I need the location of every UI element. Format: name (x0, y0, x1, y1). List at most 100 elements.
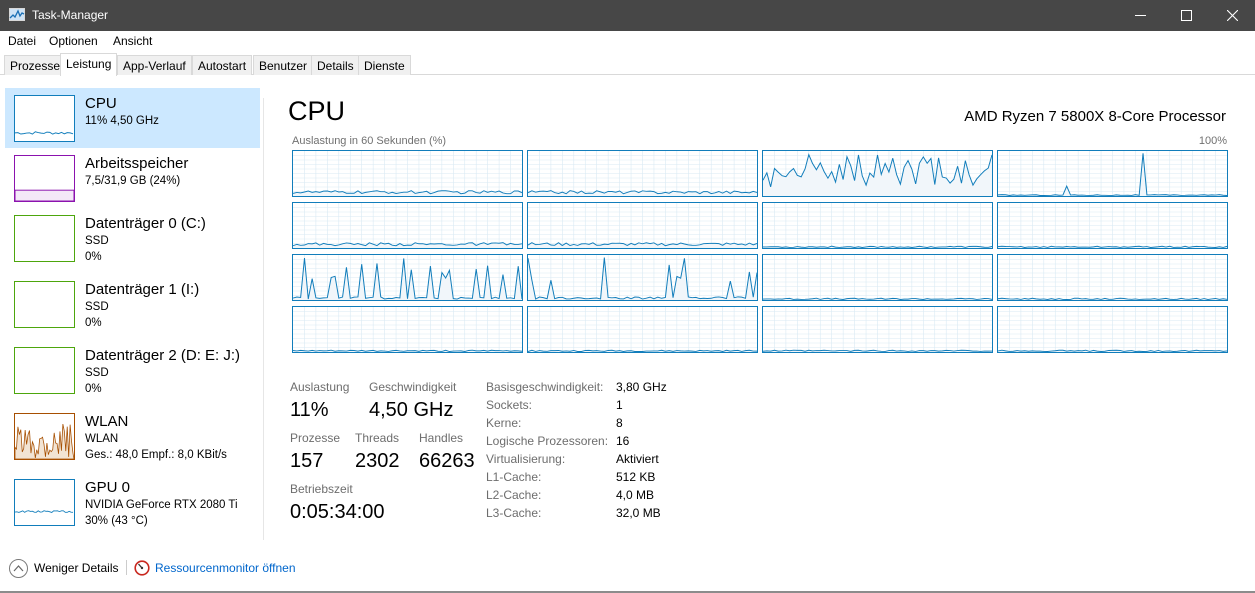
betriebszeit-value: 0:05:34:00 (290, 501, 385, 523)
cpu-core-graph-12 (292, 306, 523, 353)
footer: Weniger Details Ressourcenmonitor öffnen (0, 551, 1255, 587)
tab-dienste[interactable]: Dienste (358, 55, 411, 75)
sidebar-item-name: CPU (85, 95, 117, 112)
sidebar-item-datentraeger-2[interactable]: Datenträger 2 (D: E: J:) SSD 0% (5, 340, 260, 400)
detail-key: Virtualisierung: (486, 452, 566, 466)
menu-bar: Datei Optionen Ansicht (0, 31, 1255, 51)
detail-value: 3,80 GHz (616, 380, 667, 394)
resource-monitor-icon (134, 560, 150, 576)
sidebar-item-detail: WLAN (85, 433, 119, 445)
sidebar-item-detail: 0% (85, 251, 102, 263)
sidebar-item-detail: SSD (85, 301, 109, 313)
ressourcenmonitor-link[interactable]: Ressourcenmonitor öffnen (155, 561, 296, 575)
sidebar-item-datentraeger-0[interactable]: Datenträger 0 (C:) SSD 0% (5, 208, 260, 268)
tab-leistung[interactable]: Leistung (60, 53, 118, 76)
sidebar-item-gpu-0[interactable]: GPU 0 NVIDIA GeForce RTX 2080 Ti 30% (43 °… (5, 472, 260, 532)
tab-bar: Prozesse Leistung App-Verlauf Autostart … (0, 51, 1255, 76)
sidebar-thumbnail (14, 155, 75, 202)
sidebar-item-wlan[interactable]: WLAN WLAN Ges.: 48,0 Empf.: 8,0 KBit/s (5, 406, 260, 466)
sidebar-item-detail: NVIDIA GeForce RTX 2080 Ti (85, 499, 238, 511)
cpu-core-graph-9 (527, 254, 758, 301)
prozesse-label: Prozesse (290, 431, 341, 445)
geschwindigkeit-label: Geschwindigkeit (369, 380, 457, 394)
auslastung-label: Auslastung (290, 380, 350, 394)
sidebar-item-detail: Ges.: 48,0 Empf.: 8,0 KBit/s (85, 449, 227, 461)
sidebar-item-detail: SSD (85, 235, 109, 247)
detail-key: Kerne: (486, 416, 522, 430)
sidebar-item-name: WLAN (85, 413, 129, 430)
maximize-button[interactable] (1163, 0, 1209, 31)
cpu-core-graph-8 (292, 254, 523, 301)
menu-optionen[interactable]: Optionen (49, 34, 98, 48)
processor-name: AMD Ryzen 7 5800X 8-Core Processor (964, 108, 1226, 125)
detail-key: L3-Cache: (486, 506, 542, 520)
detail-value: 512 KB (616, 470, 656, 484)
detail-key: L1-Cache: (486, 470, 542, 484)
sidebar-thumbnail (14, 347, 75, 394)
resource-list: CPU 11% 4,50 GHz Arbeitsspeicher 7,5/31,9 G… (0, 76, 264, 541)
threads-label: Threads (355, 431, 400, 445)
sidebar-item-name: Datenträger 1 (I:) (85, 281, 200, 298)
tab-details[interactable]: Details (311, 55, 360, 75)
cpu-core-graph-10 (762, 254, 993, 301)
window-title: Task-Manager (32, 8, 109, 22)
cpu-core-graph-11 (997, 254, 1228, 301)
sidebar-item-cpu[interactable]: CPU 11% 4,50 GHz (5, 88, 260, 148)
cpu-core-graph-2 (762, 150, 993, 197)
chevron-up-icon (13, 565, 24, 572)
sidebar-thumbnail (14, 215, 75, 262)
sidebar-item-arbeitsspeicher[interactable]: Arbeitsspeicher 7,5/31,9 GB (24%) (5, 148, 260, 208)
title-bar: Task-Manager (0, 0, 1255, 31)
tab-benutzer[interactable]: Benutzer (253, 55, 314, 75)
handles-label: Handles (419, 431, 464, 445)
graph-max-label: 100% (1198, 135, 1227, 147)
detail-value: 16 (616, 434, 630, 448)
detail-value: Aktiviert (616, 452, 659, 466)
detail-key: Sockets: (486, 398, 533, 412)
detail-key: Logische Prozessoren: (486, 434, 609, 448)
tab-autostart[interactable]: Autostart (192, 55, 253, 75)
auslastung-value: 11% (290, 399, 329, 421)
sidebar-item-name: GPU 0 (85, 479, 131, 496)
sidebar-item-name: Arbeitsspeicher (85, 155, 189, 172)
maximize-icon (1180, 10, 1192, 21)
panel-divider (263, 98, 264, 540)
detail-key: Basisgeschwindigkeit: (486, 380, 604, 394)
graph-label: Auslastung in 60 Sekunden (%) (292, 135, 447, 147)
cpu-core-graph-13 (527, 306, 758, 353)
menu-ansicht[interactable]: Ansicht (113, 34, 152, 48)
close-icon (1226, 10, 1238, 21)
sidebar-item-detail: 30% (43 °C) (85, 515, 148, 527)
tab-prozesse[interactable]: Prozesse (4, 55, 67, 75)
sidebar-item-name: Datenträger 2 (D: E: J:) (85, 347, 241, 364)
cpu-core-graph-7 (997, 202, 1228, 249)
cpu-core-graph-0 (292, 150, 523, 197)
page-title: CPU (288, 96, 346, 126)
footer-separator (126, 560, 127, 575)
prozesse-value: 157 (290, 450, 324, 472)
detail-key: L2-Cache: (486, 488, 542, 502)
sidebar-thumbnail (14, 479, 75, 526)
sidebar-item-detail: 0% (85, 383, 102, 395)
geschwindigkeit-value: 4,50 GHz (369, 399, 454, 421)
sidebar-item-name: Datenträger 0 (C:) (85, 215, 206, 232)
sidebar-item-datentraeger-1[interactable]: Datenträger 1 (I:) SSD 0% (5, 274, 260, 334)
detail-value: 1 (616, 398, 623, 412)
minimize-button[interactable] (1117, 0, 1163, 31)
minimize-icon (1134, 15, 1146, 16)
sidebar-item-detail: 11% 4,50 GHz (85, 115, 159, 127)
collapse-button[interactable] (9, 559, 28, 578)
weniger-details-link[interactable]: Weniger Details (34, 561, 118, 575)
cpu-core-graph-1 (527, 150, 758, 197)
sidebar-thumbnail (14, 95, 75, 142)
sidebar-item-detail: SSD (85, 367, 109, 379)
menu-datei[interactable]: Datei (8, 34, 36, 48)
cpu-core-graph-3 (997, 150, 1228, 197)
tab-app-verlauf[interactable]: App-Verlauf (117, 55, 192, 75)
detail-value: 4,0 MB (616, 488, 655, 502)
close-button[interactable] (1209, 0, 1255, 31)
betriebszeit-label: Betriebszeit (290, 482, 353, 496)
sidebar-item-detail: 0% (85, 317, 102, 329)
threads-value: 2302 (355, 450, 400, 472)
sidebar-item-detail: 7,5/31,9 GB (24%) (85, 175, 181, 187)
